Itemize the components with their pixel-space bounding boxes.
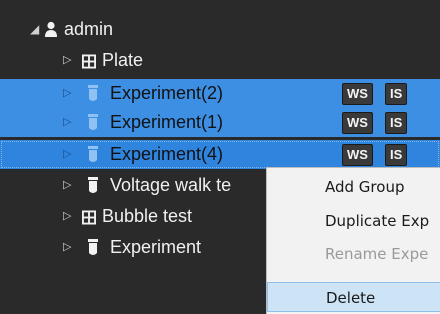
user-icon (45, 21, 57, 37)
tree-node-label: Experiment(1) (110, 112, 224, 132)
tree-node-admin[interactable]: ◢ admin (0, 15, 440, 44)
tree-node-experiment-4[interactable]: ▷ Experiment(4) WS IS (0, 140, 440, 169)
tree-node-experiment-1[interactable]: ▷ Experiment(1) WS IS (0, 108, 440, 137)
tree-node-plate[interactable]: ▷ Plate (0, 46, 440, 75)
ws-badge[interactable]: WS (342, 83, 373, 105)
tree-node-label: Experiment(4) (110, 144, 224, 164)
expand-arrow-icon[interactable]: ▷ (63, 79, 75, 108)
grid-icon (82, 210, 96, 225)
expand-arrow-icon[interactable]: ▷ (63, 46, 75, 75)
menu-item-add-group[interactable]: Add Group (267, 172, 440, 202)
tree-node-label: Experiment (110, 237, 202, 257)
expand-arrow-icon[interactable]: ▷ (63, 233, 75, 262)
collapse-arrow-icon[interactable]: ◢ (30, 15, 42, 44)
tree-node-experiment-2[interactable]: ▷ Experiment(2) WS IS (0, 79, 440, 108)
menu-item-delete[interactable]: Delete (267, 282, 440, 312)
expand-arrow-icon[interactable]: ▷ (63, 108, 75, 137)
tree-node-label: Bubble test (102, 206, 193, 226)
tube-icon (88, 177, 98, 193)
menu-item-rename-experiment[interactable]: Rename Expe (267, 239, 440, 269)
tree-node-label: Experiment(2) (110, 83, 224, 103)
tube-icon (88, 239, 98, 255)
tree-node-label: Plate (102, 50, 144, 70)
expand-arrow-icon[interactable]: ▷ (63, 171, 75, 200)
tree-node-label: admin (64, 19, 114, 39)
tube-icon (88, 114, 98, 130)
ws-badge[interactable]: WS (342, 144, 373, 166)
ws-badge[interactable]: WS (342, 112, 373, 134)
context-menu: Add Group Duplicate Exp Rename Expe Dele… (266, 167, 440, 314)
is-badge[interactable]: IS (385, 83, 408, 105)
expand-arrow-icon[interactable]: ▷ (63, 202, 75, 231)
is-badge[interactable]: IS (385, 112, 408, 134)
menu-item-duplicate-experiment[interactable]: Duplicate Exp (267, 206, 440, 236)
grid-icon (82, 54, 96, 69)
is-badge[interactable]: IS (385, 144, 408, 166)
tube-icon (88, 85, 98, 101)
tube-icon (88, 146, 98, 162)
tree-node-label: Voltage walk te (110, 175, 232, 195)
expand-arrow-icon[interactable]: ▷ (63, 140, 75, 169)
